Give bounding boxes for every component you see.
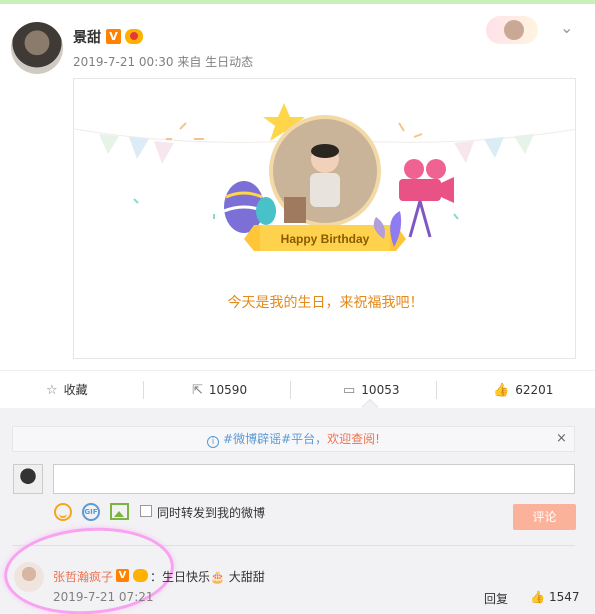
like-button[interactable]: 👍 62201 bbox=[493, 371, 553, 409]
star-icon: ☆ bbox=[46, 383, 58, 398]
comment-text: ：生日快乐🎂 大甜甜 bbox=[150, 570, 265, 584]
fan-badge-icon bbox=[125, 29, 143, 44]
thumbs-up-icon: 👍 bbox=[493, 383, 510, 398]
repost-icon: ⇱ bbox=[192, 383, 203, 398]
card-decoration bbox=[486, 16, 538, 44]
commenter-verified-badge: V bbox=[116, 569, 129, 582]
repost-count: 10590 bbox=[208, 383, 248, 397]
gif-icon[interactable]: GIF bbox=[82, 503, 100, 521]
decoration-face-icon bbox=[504, 20, 524, 40]
top-strip bbox=[0, 0, 595, 4]
thumbs-up-icon: 👍 bbox=[530, 590, 545, 604]
comment-like-count: 1547 bbox=[548, 590, 580, 604]
like-count: 62201 bbox=[515, 383, 554, 397]
favorite-button[interactable]: ☆ 收藏 bbox=[46, 371, 88, 409]
author-name[interactable]: 景甜 bbox=[73, 27, 101, 47]
verified-badge: V bbox=[106, 29, 121, 44]
comment-icon: ▭ bbox=[343, 383, 356, 398]
repost-option-label: 同时转发到我的微博 bbox=[157, 506, 266, 520]
rumor-notice: i #微博辟谣#平台，欢迎查阅! bbox=[12, 426, 575, 452]
favorite-label: 收藏 bbox=[63, 383, 88, 397]
action-bar: ☆ 收藏 ⇱ 10590 ▭ 10053 👍 62201 bbox=[0, 370, 595, 408]
close-icon[interactable]: × bbox=[556, 431, 567, 446]
chevron-down-icon[interactable]: ⌄ bbox=[560, 18, 573, 37]
image-icon[interactable] bbox=[110, 503, 129, 520]
comment-input[interactable] bbox=[53, 464, 575, 494]
comment-like-button[interactable]: 👍 1547 bbox=[530, 590, 580, 604]
notice-link[interactable]: 欢迎查阅! bbox=[327, 432, 380, 446]
post-meta: 2019-7-21 00:30 来自 生日动态 bbox=[73, 53, 253, 70]
post-time[interactable]: 2019-7-21 00:30 bbox=[73, 55, 174, 69]
repost-button[interactable]: ⇱ 10590 bbox=[192, 371, 247, 409]
birthday-card[interactable]: Happy Birthday 今天是我的生日，来祝福我吧！ bbox=[73, 78, 576, 359]
commenter-fan-badge-icon bbox=[133, 569, 148, 582]
comment-time: 2019-7-21 07:21 bbox=[53, 590, 154, 604]
post-source: 来自 生日动态 bbox=[177, 55, 254, 69]
commenter-name[interactable]: 张哲瀚疯子 bbox=[53, 568, 113, 585]
separator bbox=[143, 381, 144, 399]
birthday-message: 今天是我的生日，来祝福我吧！ bbox=[227, 295, 424, 311]
author-avatar[interactable] bbox=[11, 22, 63, 74]
submit-comment-button[interactable]: 评论 bbox=[513, 504, 576, 530]
emoji-icon[interactable] bbox=[54, 503, 72, 521]
birthday-illustration bbox=[74, 103, 575, 251]
reply-button[interactable]: 回复 bbox=[484, 590, 508, 607]
separator bbox=[436, 381, 437, 399]
info-icon: i bbox=[207, 436, 220, 448]
notice-tag[interactable]: #微博辟谣#平台， bbox=[223, 432, 327, 446]
repost-checkbox[interactable] bbox=[140, 505, 152, 517]
comment-count: 10053 bbox=[361, 383, 400, 397]
my-avatar[interactable] bbox=[13, 464, 43, 494]
separator bbox=[290, 381, 291, 399]
